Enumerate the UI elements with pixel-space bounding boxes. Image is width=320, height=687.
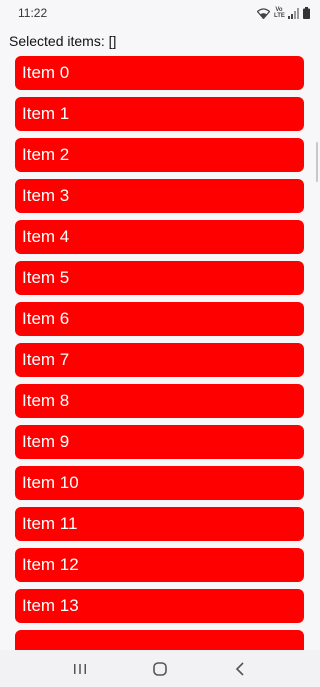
list-item-label: Item 9 [22,432,70,451]
list-item-label: Item 8 [22,391,70,410]
list-item[interactable]: Item 6 [15,302,304,336]
home-icon [153,661,167,676]
list-item-label: Item 6 [22,309,70,328]
home-button[interactable] [140,654,180,684]
list-item[interactable]: Item 0 [15,56,304,90]
list-item[interactable]: Item 11 [15,507,304,541]
list-item-label: Item 13 [22,596,79,615]
list-item[interactable]: Item 5 [15,261,304,295]
list-item-label: Item 0 [22,63,70,82]
navigation-bar [0,650,320,687]
list-item-label: Item 5 [22,268,70,287]
list-item[interactable]: Item 7 [15,343,304,377]
back-icon [235,661,244,676]
list-item[interactable] [15,630,304,650]
back-button[interactable] [220,654,260,684]
list-item[interactable]: Item 12 [15,548,304,582]
list-item-label: Item 12 [22,555,79,574]
selected-items-text: Selected items: [] [9,33,117,49]
status-time: 11:22 [18,6,48,20]
wifi-icon [257,7,270,19]
list-item[interactable]: Item 13 [15,589,304,623]
list-item[interactable]: Item 2 [15,138,304,172]
volte-icon: Vo LTE [274,7,285,19]
list-item-label: Item 7 [22,350,70,369]
status-icons: Vo LTE [257,7,310,19]
battery-icon [303,7,310,19]
list-item[interactable]: Item 8 [15,384,304,418]
list-item-label: Item 2 [22,145,70,164]
list-item-label: Item 1 [22,104,70,123]
list-item[interactable]: Item 10 [15,466,304,500]
item-list[interactable]: Item 0 Item 1 Item 2 Item 3 Item 4 Item … [0,54,320,650]
list-item[interactable]: Item 9 [15,425,304,459]
list-item[interactable]: Item 4 [15,220,304,254]
list-item-label: Item 11 [22,514,78,533]
list-item-label: Item 10 [22,473,79,492]
signal-icon [288,7,299,19]
recents-button[interactable] [60,654,100,684]
list-item[interactable]: Item 1 [15,97,304,131]
list-item-label: Item 3 [22,186,70,205]
recents-icon [74,663,86,674]
scrollbar-thumb[interactable] [316,142,318,182]
list-item[interactable]: Item 3 [15,179,304,213]
status-bar: 11:22 Vo LTE [0,0,320,26]
list-item-label: Item 4 [22,227,70,246]
